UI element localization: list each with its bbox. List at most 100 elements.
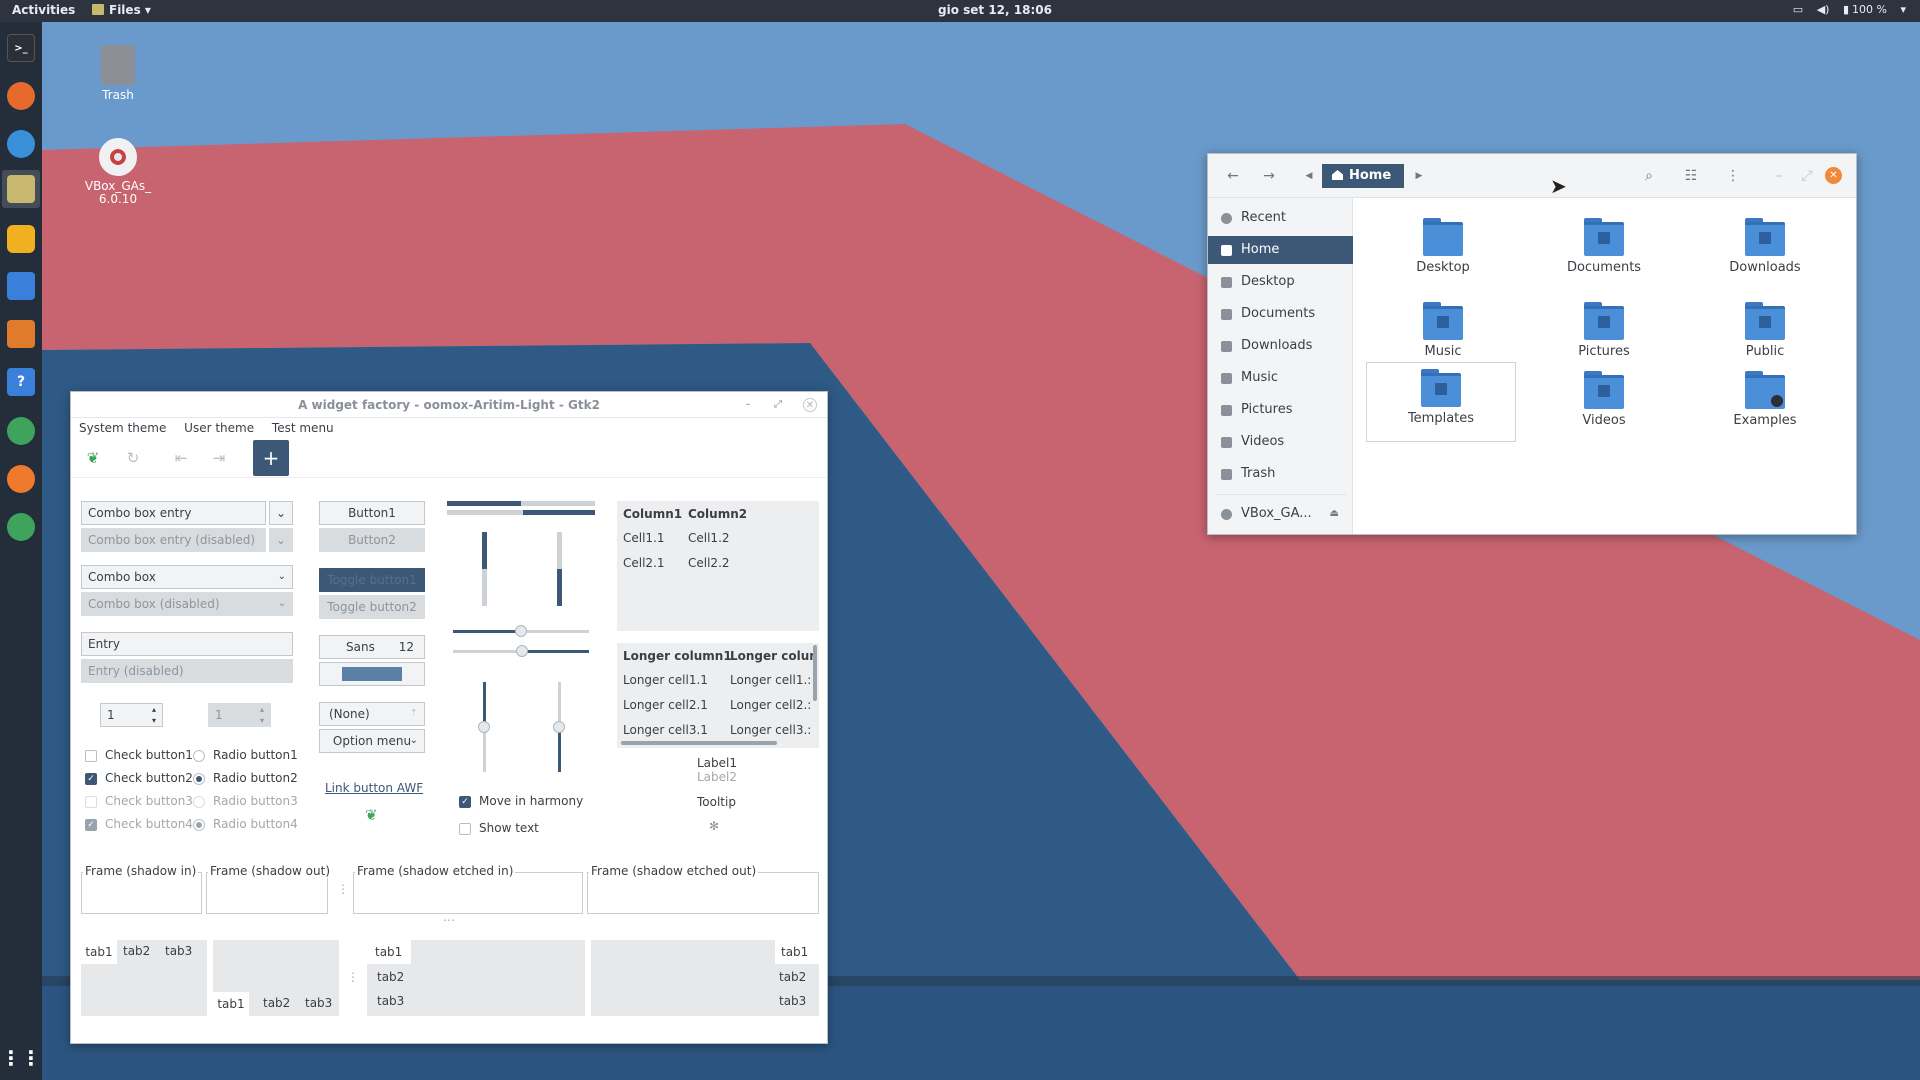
refresh-icon[interactable]: ↻ bbox=[121, 446, 145, 470]
add-button[interactable]: + bbox=[253, 440, 289, 476]
forward-arrow-icon[interactable]: → bbox=[1258, 166, 1280, 186]
close-icon[interactable]: ✕ bbox=[803, 398, 817, 412]
help-icon[interactable]: ? bbox=[7, 368, 35, 396]
font-button[interactable]: Sans 12 bbox=[319, 635, 425, 659]
entry-field[interactable]: Entry bbox=[81, 632, 293, 656]
combo-box-entry[interactable]: Combo box entry bbox=[81, 501, 266, 525]
desktop-vbox-disc[interactable]: VBox_GAs_ 6.0.10 bbox=[75, 138, 161, 206]
path-left-icon[interactable]: ◀ bbox=[1298, 166, 1320, 186]
notebook-left-tab1[interactable]: tab1 bbox=[367, 940, 411, 964]
minimize-icon[interactable]: – bbox=[1768, 166, 1790, 186]
radio-button2[interactable] bbox=[193, 773, 205, 785]
combo-entry-dropdown[interactable]: ⌄ bbox=[269, 501, 293, 525]
check-button1[interactable] bbox=[85, 750, 97, 762]
vscale-2-knob[interactable] bbox=[553, 721, 565, 733]
breadcrumb-home[interactable]: Home bbox=[1322, 164, 1404, 188]
tree2-vscrollbar[interactable] bbox=[813, 645, 817, 701]
notebook-bottom-tab2[interactable]: tab2 bbox=[263, 996, 290, 1010]
notebook-left-tab3[interactable]: tab3 bbox=[377, 994, 404, 1008]
pane-handle-icon[interactable]: ⋮ bbox=[347, 970, 359, 984]
app-grid-icon[interactable]: ⋮⋮ bbox=[1, 1044, 41, 1072]
folder-videos[interactable]: Videos bbox=[1529, 365, 1679, 445]
toggle-button1[interactable]: Toggle button1 bbox=[319, 568, 425, 592]
gimp-logo-icon[interactable]: ❦ bbox=[81, 446, 105, 470]
menu-test[interactable]: Test menu bbox=[272, 421, 334, 435]
software-icon[interactable] bbox=[7, 320, 35, 348]
rhythmbox-icon[interactable] bbox=[7, 225, 35, 253]
notebook-right-tab3[interactable]: tab3 bbox=[779, 994, 806, 1008]
maximize-icon[interactable]: ⤢ bbox=[1796, 166, 1818, 186]
tree2-header-col1[interactable]: Longer column1 bbox=[623, 649, 732, 663]
notebook-top-tab3[interactable]: tab3 bbox=[165, 944, 192, 958]
check-button2[interactable]: ✓ bbox=[85, 773, 97, 785]
pane-handle-icon[interactable]: ⋮ bbox=[337, 882, 349, 896]
option-menu[interactable]: Option menu ⌄ bbox=[319, 729, 425, 753]
show-text-check[interactable] bbox=[459, 823, 471, 835]
eject-icon[interactable]: ⏏ bbox=[1330, 500, 1339, 528]
hscale-2-knob[interactable] bbox=[516, 645, 528, 657]
sidebar-item-home[interactable]: Home bbox=[1208, 236, 1353, 264]
link-button[interactable]: Link button AWF bbox=[325, 781, 423, 795]
back-icon[interactable]: ⇤ bbox=[169, 446, 193, 470]
tree-view-2[interactable]: Longer column1 Longer colun Longer cell1… bbox=[617, 643, 819, 748]
spin-arrows-icon[interactable]: ▴ ▾ bbox=[152, 704, 156, 726]
notebook-top-tab2[interactable]: tab2 bbox=[123, 944, 150, 958]
tree1-header-col2[interactable]: Column2 bbox=[688, 507, 747, 521]
combo-box[interactable]: Combo box ⌄ bbox=[81, 565, 293, 589]
pane-handle-icon[interactable]: ⋯ bbox=[443, 913, 455, 927]
app-menu[interactable]: Files ▾ bbox=[92, 3, 151, 17]
folder-pictures[interactable]: Pictures bbox=[1529, 296, 1679, 376]
folder-templates[interactable]: Templates bbox=[1366, 362, 1516, 442]
folder-downloads[interactable]: Downloads bbox=[1690, 212, 1840, 292]
notebook-right-tab2[interactable]: tab2 bbox=[779, 970, 806, 984]
maximize-icon[interactable]: ⤢ bbox=[771, 398, 785, 412]
terminal-icon[interactable]: >_ bbox=[7, 34, 35, 62]
sidebar-item-recent[interactable]: Recent bbox=[1208, 204, 1353, 232]
button1[interactable]: Button1 bbox=[319, 501, 425, 525]
sidebar-item-vbox[interactable]: VBox_GA... ⏏ bbox=[1208, 500, 1353, 528]
sidebar-item-music[interactable]: Music bbox=[1208, 364, 1353, 392]
close-icon[interactable]: ✕ bbox=[1825, 167, 1842, 184]
tree1-header-col1[interactable]: Column1 bbox=[623, 507, 682, 521]
mail-icon[interactable] bbox=[7, 130, 35, 158]
folder-documents[interactable]: Documents bbox=[1529, 212, 1679, 292]
file-chooser-button[interactable]: (None) ⇡ bbox=[319, 702, 425, 726]
tree2-header-col2[interactable]: Longer colun bbox=[730, 649, 818, 663]
minimize-icon[interactable]: – bbox=[741, 398, 755, 412]
sidebar-item-trash[interactable]: Trash bbox=[1208, 460, 1353, 488]
clock[interactable]: gio set 12, 18:06 bbox=[938, 3, 1052, 17]
files-headerbar[interactable]: ← → ◀ Home ▶ ⌕ ☷ ⋮ – ⤢ ✕ bbox=[1208, 154, 1856, 198]
path-right-icon[interactable]: ▶ bbox=[1408, 166, 1430, 186]
menu-system-theme[interactable]: System theme bbox=[79, 421, 166, 435]
sidebar-item-downloads[interactable]: Downloads bbox=[1208, 332, 1353, 360]
activities-button[interactable]: Activities bbox=[12, 3, 75, 17]
tree2-hscrollbar[interactable] bbox=[621, 741, 777, 745]
system-tray[interactable]: ▭ ◀) ▮ 100 % ▾ bbox=[1783, 3, 1906, 16]
hscale-1-knob[interactable] bbox=[515, 625, 527, 637]
sidebar-item-documents[interactable]: Documents bbox=[1208, 300, 1353, 328]
sidebar-item-desktop[interactable]: Desktop bbox=[1208, 268, 1353, 296]
folder-desktop[interactable]: Desktop bbox=[1368, 212, 1518, 292]
writer-icon[interactable] bbox=[7, 272, 35, 300]
color-button[interactable] bbox=[319, 662, 425, 686]
sidebar-item-videos[interactable]: Videos bbox=[1208, 428, 1353, 456]
menu-icon[interactable]: ⋮ bbox=[1722, 166, 1744, 186]
back-arrow-icon[interactable]: ← bbox=[1222, 166, 1244, 186]
move-in-harmony-check[interactable]: ✓ bbox=[459, 796, 471, 808]
widget-factory-icon[interactable] bbox=[7, 513, 35, 541]
notebook-bottom-tab1[interactable]: tab1 bbox=[213, 992, 249, 1016]
files-icon[interactable] bbox=[7, 175, 35, 203]
spin-button[interactable]: 1 ▴ ▾ bbox=[100, 703, 163, 727]
sidebar-item-pictures[interactable]: Pictures bbox=[1208, 396, 1353, 424]
search-icon[interactable]: ⌕ bbox=[1638, 166, 1660, 186]
gimp-icon[interactable] bbox=[7, 417, 35, 445]
window-titlebar[interactable]: A widget factory - oomox-Aritim-Light - … bbox=[71, 392, 827, 418]
notebook-bottom-tab3[interactable]: tab3 bbox=[305, 996, 332, 1010]
desktop-trash[interactable]: Trash bbox=[75, 45, 161, 102]
tree-view-1[interactable]: Column1 Column2 Cell1.1 Cell1.2 Cell2.1 … bbox=[617, 501, 819, 631]
firefox-icon[interactable] bbox=[7, 82, 35, 110]
notebook-right-tab1[interactable]: tab1 bbox=[775, 940, 819, 964]
chrome-icon[interactable] bbox=[7, 465, 35, 493]
folder-examples[interactable]: Examples bbox=[1690, 365, 1840, 445]
notebook-left-tab2[interactable]: tab2 bbox=[377, 970, 404, 984]
